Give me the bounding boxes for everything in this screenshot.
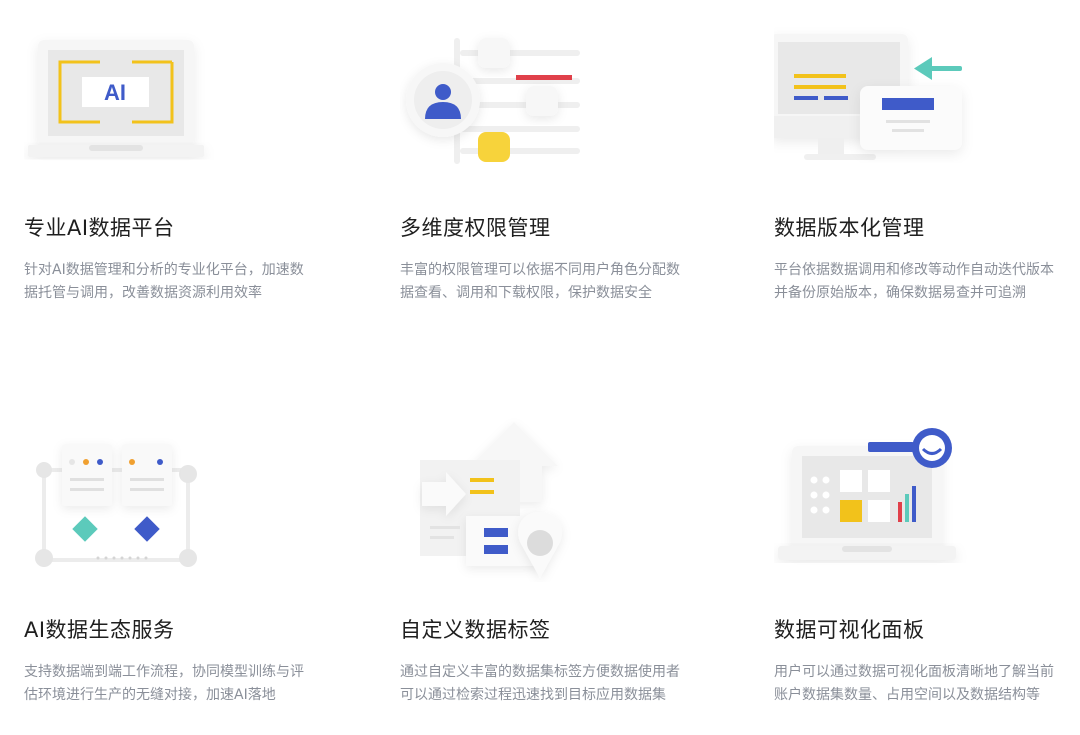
feature-title: 专业AI数据平台: [24, 216, 175, 240]
feature-title: 多维度权限管理: [400, 216, 551, 240]
ai-logo-text: AI: [104, 80, 126, 105]
feature-title: AI数据生态服务: [24, 618, 175, 642]
monitor-version-icon: [774, 34, 962, 160]
data-tag-icon: [420, 422, 562, 578]
feature-description: 平台依据数据调用和修改等动作自动迭代版本并备份原始版本，确保数据易查并可追溯: [774, 262, 1054, 301]
feature-title: 数据可视化面板: [774, 618, 925, 642]
feature-description: 丰富的权限管理可以依据不同用户角色分配数据查看、调用和下载权限，保护数据安全: [400, 262, 680, 301]
feature-title: 数据版本化管理: [774, 216, 925, 240]
feature-description: 支持数据端到端工作流程，协同模型训练与评估环境进行生产的无缝对接，加速AI落地: [24, 664, 304, 703]
feature-description: 通过自定义丰富的数据集标签方便数据使用者可以通过检索过程迅速找到目标应用数据集: [400, 664, 680, 703]
user-permission-icon: [406, 38, 580, 164]
feature-description: 针对AI数据管理和分析的专业化平台，加速数据托管与调用，改善数据资源利用效率: [24, 262, 304, 301]
visualization-dashboard-icon: [778, 428, 956, 560]
ai-laptop-icon: AI: [28, 40, 204, 157]
feature-title: 自定义数据标签: [400, 618, 551, 642]
feature-description: 用户可以通过数据可视化面板清晰地了解当前账户数据集数量、占用空间以及数据结构等: [774, 664, 1054, 703]
workflow-ecosystem-icon: [35, 444, 197, 567]
